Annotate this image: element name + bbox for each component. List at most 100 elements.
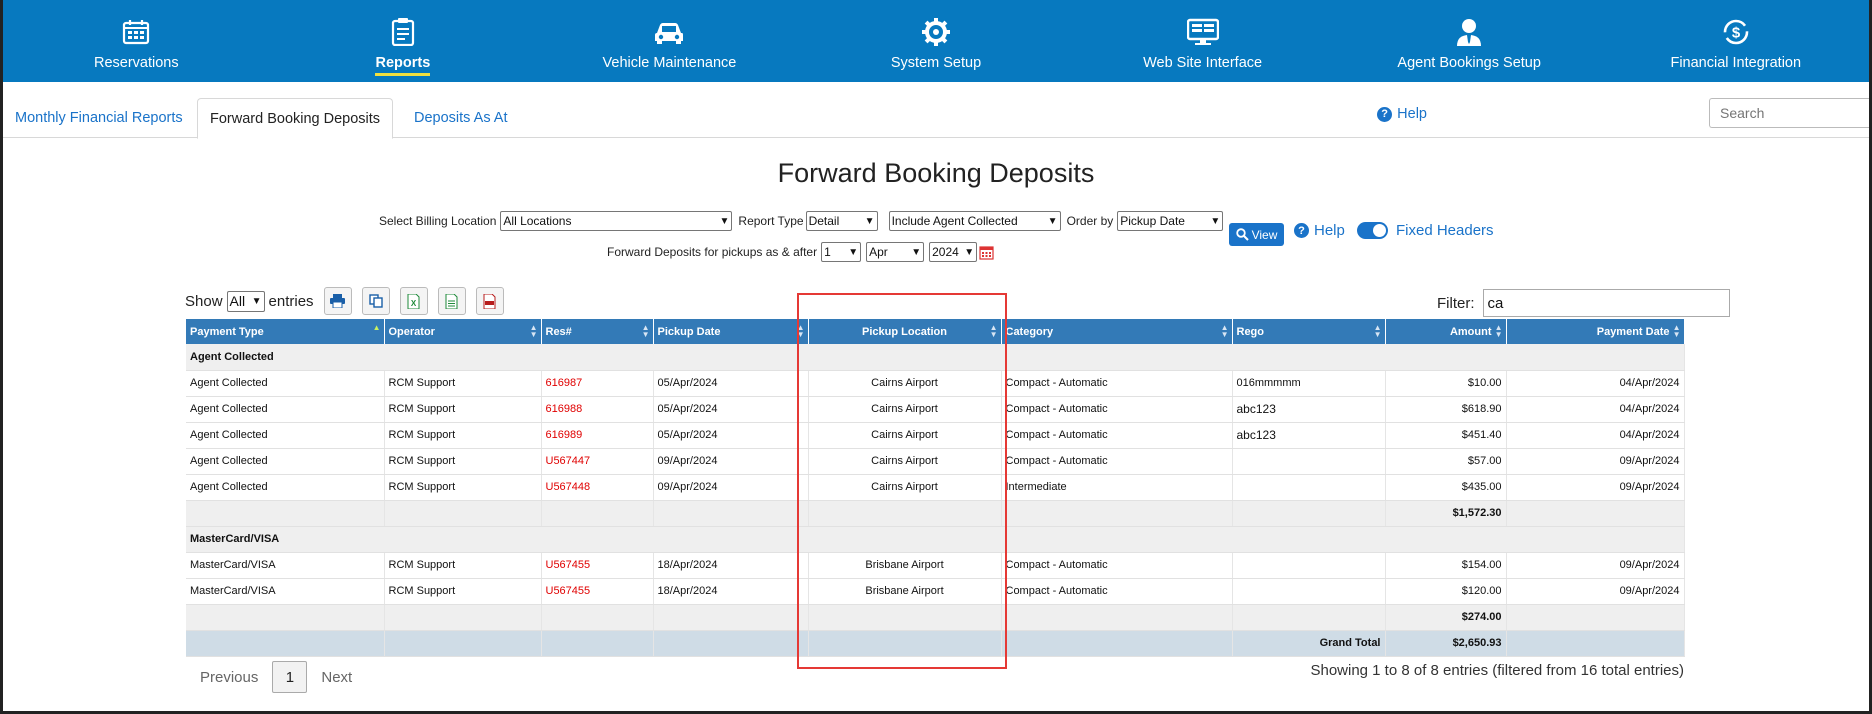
cell-pickup-location: Brisbane Airport — [808, 552, 1002, 579]
reservation-link[interactable]: U567455 — [541, 552, 654, 579]
question-icon: ? — [1294, 223, 1309, 238]
nav-financial-integration[interactable]: $ Financial Integration — [1602, 0, 1869, 82]
nav-label: Reports — [375, 54, 431, 76]
car-icon — [653, 16, 685, 48]
column-header-pickup-location[interactable]: Pickup Location ▲ ▼ — [808, 319, 1002, 344]
previous-page-button[interactable]: Previous — [186, 669, 272, 686]
copy-button[interactable] — [361, 287, 390, 315]
nav-vehicle-maintenance[interactable]: Vehicle Maintenance — [536, 0, 803, 82]
nav-reports[interactable]: Reports — [270, 0, 537, 82]
column-header-payment-date[interactable]: Payment Date ▲ ▼ — [1506, 319, 1685, 344]
table-row: Agent Collected RCM Support 616987 05/Ap… — [186, 370, 1685, 397]
excel-button[interactable]: X — [399, 287, 428, 315]
view-button[interactable]: View — [1229, 223, 1284, 246]
column-header-pickup-date[interactable]: Pickup Date ▲ ▼ — [653, 319, 809, 344]
tab-forward-booking-deposits[interactable]: Forward Booking Deposits — [197, 98, 394, 139]
sort-icon: ▲ ▼ — [641, 323, 650, 339]
cell-pickup-date: 09/Apr/2024 — [653, 448, 809, 475]
report-type-select[interactable]: Detail ▼ — [805, 211, 878, 231]
toggle-switch[interactable] — [1357, 222, 1388, 239]
cell-rego: abc123 — [1232, 396, 1386, 423]
group-name: MasterCard/VISA — [186, 526, 1685, 553]
page-button-current[interactable]: 1 — [272, 661, 308, 693]
nav-agent-bookings-setup[interactable]: Agent Bookings Setup — [1336, 0, 1603, 82]
nav-label: Financial Integration — [1670, 55, 1802, 71]
cell-pickup-location: Cairns Airport — [808, 422, 1002, 449]
tab-deposits-as-at[interactable]: Deposits As At — [402, 98, 520, 138]
search-input[interactable] — [1709, 98, 1869, 128]
cell-amount: $10.00 — [1385, 370, 1507, 397]
nav-reservations[interactable]: Reservations — [3, 0, 270, 82]
column-header-res[interactable]: Res# ▲ ▼ — [541, 319, 654, 344]
print-button[interactable] — [323, 287, 352, 315]
column-header-category[interactable]: Category ▲ ▼ — [1001, 319, 1233, 344]
subtotal-amount: $274.00 — [1385, 604, 1507, 631]
sort-asc-icon: ▲ — [372, 323, 381, 332]
agent-collected-select[interactable]: Include Agent Collected ▼ — [888, 211, 1061, 231]
grand-total-amount: $2,650.93 — [1385, 630, 1507, 657]
billing-location-label: Select Billing Location — [379, 214, 497, 228]
svg-text:$: $ — [1732, 25, 1741, 42]
day-select[interactable]: 1 ▼ — [821, 242, 862, 262]
column-header-amount[interactable]: Amount ▲ ▼ — [1385, 319, 1507, 344]
reservation-link[interactable]: U567455 — [541, 578, 654, 605]
cell-payment-type: MasterCard/VISA — [186, 552, 385, 579]
cell-operator: RCM Support — [384, 552, 542, 579]
table-filter: Filter: — [1437, 289, 1730, 317]
cell-payment-type: Agent Collected — [186, 474, 385, 501]
nav-label: System Setup — [890, 55, 982, 71]
pdf-button[interactable] — [475, 287, 504, 315]
table-info: Showing 1 to 8 of 8 entries (filtered fr… — [1310, 662, 1684, 679]
csv-button[interactable] — [437, 287, 466, 315]
sort-icon: ▲ ▼ — [1373, 323, 1382, 339]
cell-payment-type: Agent Collected — [186, 370, 385, 397]
cell-pickup-location: Cairns Airport — [808, 370, 1002, 397]
pagination: Previous 1 Next — [186, 661, 366, 693]
reservation-link[interactable]: U567447 — [541, 448, 654, 475]
csv-icon — [445, 293, 458, 309]
reservation-link[interactable]: 616989 — [541, 422, 654, 449]
cell-category: Compact - Automatic — [1001, 396, 1233, 423]
nav-web-site-interface[interactable]: Web Site Interface — [1069, 0, 1336, 82]
nav-system-setup[interactable]: System Setup — [803, 0, 1070, 82]
filter-label: Filter: — [1437, 294, 1475, 312]
year-select[interactable]: 2024 ▼ — [929, 242, 978, 262]
reservation-link[interactable]: 616987 — [541, 370, 654, 397]
help-link[interactable]: ? Help — [1377, 106, 1427, 122]
cell-category: Compact - Automatic — [1001, 448, 1233, 475]
cell-rego — [1232, 474, 1386, 501]
cell-category: Compact - Automatic — [1001, 422, 1233, 449]
dollar-cycle-icon: $ — [1722, 16, 1750, 48]
billing-location-select[interactable]: All Locations ▼ — [500, 211, 733, 231]
table-row: Agent Collected RCM Support U567447 09/A… — [186, 448, 1685, 475]
cell-category: Intermediate — [1001, 474, 1233, 501]
reservation-link[interactable]: U567448 — [541, 474, 654, 501]
cell-pickup-date: 09/Apr/2024 — [653, 474, 809, 501]
tab-monthly-financial-reports[interactable]: Monthly Financial Reports — [3, 98, 195, 138]
month-select[interactable]: Apr ▼ — [866, 242, 925, 262]
chevron-down-icon: ▼ — [1047, 215, 1058, 227]
nav-label: Reservations — [93, 55, 179, 71]
report-help-link[interactable]: ? Help — [1294, 222, 1345, 239]
chevron-down-icon: ▼ — [964, 246, 975, 258]
fixed-headers-toggle[interactable]: Fixed Headers — [1357, 222, 1494, 239]
agent-icon — [1456, 16, 1482, 48]
cell-payment-date: 04/Apr/2024 — [1506, 396, 1685, 423]
filter-input[interactable] — [1482, 289, 1730, 317]
page-length-select[interactable]: All ▼ — [226, 290, 265, 312]
column-header-rego[interactable]: Rego ▲ ▼ — [1232, 319, 1386, 344]
next-page-button[interactable]: Next — [307, 669, 366, 686]
calendar-picker-icon[interactable] — [979, 245, 994, 260]
pickup-date-controls: Forward Deposits for pickups as & after … — [607, 242, 994, 262]
order-by-select[interactable]: Pickup Date ▼ — [1117, 211, 1224, 231]
grand-total-row: Grand Total $2,650.93 — [186, 630, 1685, 657]
cell-rego: 016mmmmm — [1232, 370, 1386, 397]
cell-rego — [1232, 578, 1386, 605]
excel-icon: X — [407, 293, 420, 309]
cell-rego: abc123 — [1232, 422, 1386, 449]
column-header-operator[interactable]: Operator ▲ ▼ — [384, 319, 542, 344]
help-label: Help — [1314, 222, 1345, 239]
column-header-payment-type[interactable]: Payment Type ▲ — [186, 319, 385, 344]
sort-icon: ▲ ▼ — [989, 323, 998, 339]
reservation-link[interactable]: 616988 — [541, 396, 654, 423]
